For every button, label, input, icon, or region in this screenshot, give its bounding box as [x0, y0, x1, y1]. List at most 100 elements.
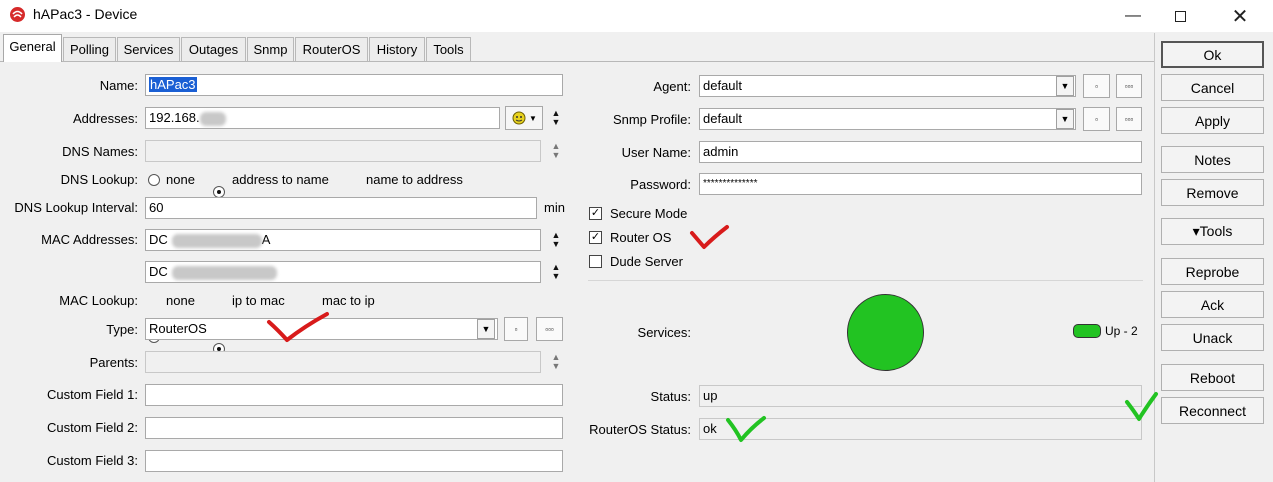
- dns-lookup-address-to-name-label: address to name: [232, 172, 329, 187]
- tab-services[interactable]: Services: [117, 37, 180, 61]
- snmp-profile-dropdown-arrow[interactable]: ▼: [1056, 109, 1074, 129]
- mac-addresses-updown-1[interactable]: ▲ ▼: [549, 229, 563, 251]
- tab-routeros[interactable]: RouterOS: [295, 37, 368, 61]
- mac-address-value-2: DC: [149, 264, 168, 279]
- dns-lookup-interval-field[interactable]: 60: [145, 197, 537, 219]
- snmp-profile-select[interactable]: default: [699, 108, 1076, 130]
- addresses-label: Addresses:: [72, 111, 138, 126]
- mac-addresses-label: MAC Addresses:: [41, 232, 138, 247]
- reboot-button[interactable]: Reboot: [1161, 364, 1264, 391]
- custom-field-2-label: Custom Field 2:: [46, 420, 138, 435]
- section-divider: [588, 280, 1143, 281]
- agent-select[interactable]: default: [699, 75, 1076, 97]
- redacted-blur: [171, 265, 277, 280]
- password-field[interactable]: **************: [699, 173, 1142, 195]
- ack-button[interactable]: Ack: [1161, 291, 1264, 318]
- arrow-down-icon: ▼: [551, 239, 561, 249]
- tab-snmp[interactable]: Snmp: [247, 37, 294, 61]
- agent-open-button[interactable]: ▫: [1083, 74, 1110, 98]
- mac-lookup-ip-to-mac-label: ip to mac: [232, 293, 285, 308]
- tab-divider: [0, 61, 1155, 62]
- tools-menu-button[interactable]: ▾Tools: [1161, 218, 1264, 245]
- dns-names-field[interactable]: [145, 140, 541, 162]
- services-legend-swatch: [1073, 324, 1101, 338]
- maximize-icon: [1174, 10, 1186, 22]
- remove-button[interactable]: Remove: [1161, 179, 1264, 206]
- maximize-button[interactable]: [1157, 0, 1203, 32]
- mac-address-field-2[interactable]: DC: [145, 261, 541, 283]
- dude-server-checkbox[interactable]: [589, 255, 602, 268]
- status-field: up: [699, 385, 1142, 407]
- snmp-profile-open-button[interactable]: ▫: [1083, 107, 1110, 131]
- tab-outages[interactable]: Outages: [181, 37, 246, 61]
- mac-address-suffix: A: [261, 232, 271, 247]
- name-field[interactable]: hAPac3: [145, 74, 563, 96]
- agent-more-button[interactable]: ▫▫▫: [1116, 74, 1142, 98]
- secure-mode-checkbox[interactable]: ✓: [589, 207, 602, 220]
- apply-button[interactable]: Apply: [1161, 107, 1264, 134]
- name-label: Name:: [99, 78, 138, 93]
- mac-address-value-1: DC: [149, 232, 168, 247]
- dns-lookup-interval-label: DNS Lookup Interval:: [14, 200, 138, 215]
- minimize-button[interactable]: —: [1110, 0, 1156, 32]
- secure-mode-label: Secure Mode: [610, 206, 688, 221]
- unack-button[interactable]: Unack: [1161, 324, 1264, 351]
- snmp-profile-more-button[interactable]: ▫▫▫: [1116, 107, 1142, 131]
- app-icon: [10, 7, 25, 22]
- mac-lookup-label: MAC Lookup:: [59, 293, 138, 308]
- type-label: Type:: [106, 322, 138, 337]
- custom-field-3-label: Custom Field 3:: [46, 453, 138, 468]
- snmp-profile-label: Snmp Profile:: [612, 112, 691, 127]
- network-scan-icon: [512, 111, 526, 125]
- custom-field-1-input[interactable]: [145, 384, 563, 406]
- type-more-button[interactable]: ▫▫▫: [536, 317, 563, 341]
- chevron-down-icon: ▼: [529, 113, 537, 123]
- reconnect-button[interactable]: Reconnect: [1161, 397, 1264, 424]
- routeros-status-label: RouterOS Status:: [589, 422, 691, 437]
- parents-field[interactable]: [145, 351, 541, 373]
- router-os-checkbox[interactable]: ✓: [589, 231, 602, 244]
- dns-lookup-name-to-address-label: name to address: [366, 172, 463, 187]
- type-open-button[interactable]: ▫: [504, 317, 528, 341]
- user-name-field[interactable]: admin: [699, 141, 1142, 163]
- parents-updown[interactable]: ▲ ▼: [549, 351, 563, 373]
- button-panel-separator: [1154, 33, 1155, 482]
- tab-general[interactable]: General: [3, 34, 62, 62]
- mac-lookup-none-label: none: [166, 293, 195, 308]
- status-label: Status:: [650, 389, 691, 404]
- mac-lookup-mac-to-ip-label: mac to ip: [322, 293, 375, 308]
- ok-button[interactable]: Ok: [1161, 41, 1264, 68]
- services-status-pie: [847, 294, 924, 371]
- arrow-down-icon: ▼: [551, 361, 561, 371]
- dns-lookup-none-radio[interactable]: [148, 174, 160, 186]
- services-legend-label: Up - 2: [1105, 324, 1138, 338]
- mac-addresses-updown-2[interactable]: ▲ ▼: [549, 261, 563, 283]
- mac-address-field-1[interactable]: DC A: [145, 229, 541, 251]
- password-label: Password:: [630, 177, 691, 192]
- close-icon: ✕: [1231, 5, 1249, 28]
- custom-field-3-input[interactable]: [145, 450, 563, 472]
- type-dropdown-arrow[interactable]: ▼: [477, 319, 495, 339]
- tab-tools[interactable]: Tools: [426, 37, 471, 61]
- notes-button[interactable]: Notes: [1161, 146, 1264, 173]
- dns-lookup-label: DNS Lookup:: [60, 172, 138, 187]
- dns-lookup-interval-unit: min: [544, 200, 565, 215]
- address-picker-button[interactable]: ▼: [505, 106, 543, 130]
- routeros-status-field: ok: [699, 418, 1142, 440]
- parents-label: Parents:: [89, 355, 138, 370]
- arrow-down-icon: ▼: [551, 271, 561, 281]
- type-select[interactable]: RouterOS: [145, 318, 498, 340]
- tab-polling[interactable]: Polling: [63, 37, 116, 61]
- agent-label: Agent:: [653, 79, 691, 94]
- agent-dropdown-arrow[interactable]: ▼: [1056, 76, 1074, 96]
- tab-history[interactable]: History: [369, 37, 425, 61]
- addresses-value: 192.168.: [149, 110, 200, 125]
- close-button[interactable]: ✕: [1217, 0, 1263, 32]
- custom-field-1-label: Custom Field 1:: [46, 387, 138, 402]
- custom-field-2-input[interactable]: [145, 417, 563, 439]
- reprobe-button[interactable]: Reprobe: [1161, 258, 1264, 285]
- title-bar: [0, 0, 1273, 32]
- addresses-field[interactable]: 192.168.: [145, 107, 500, 129]
- dns-lookup-none-label: none: [166, 172, 195, 187]
- cancel-button[interactable]: Cancel: [1161, 74, 1264, 101]
